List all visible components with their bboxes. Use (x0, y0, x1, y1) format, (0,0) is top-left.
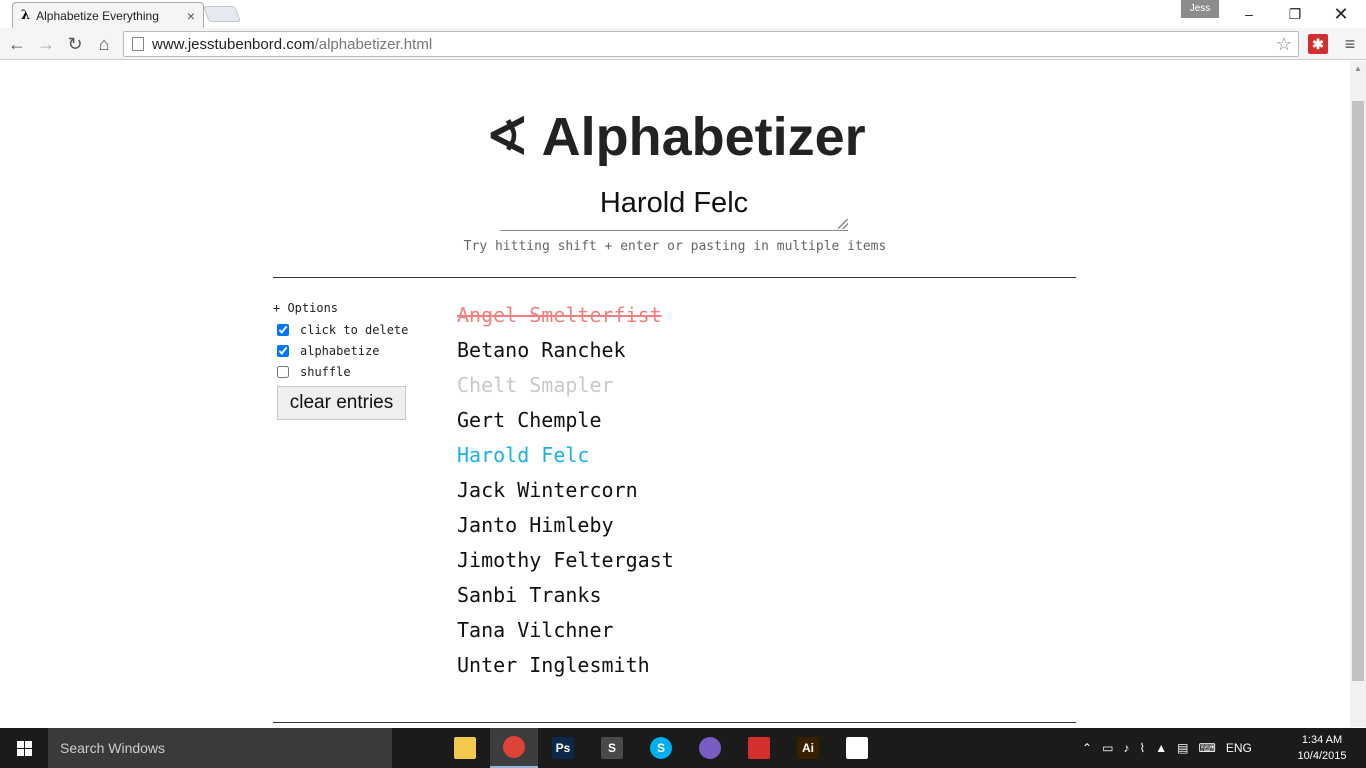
entry-item[interactable]: Jimothy Feltergast (457, 546, 674, 581)
photoshop-icon-glyph: Ps (552, 737, 574, 759)
sublime-icon-glyph: S (601, 737, 623, 759)
divider-top (273, 277, 1076, 278)
title-bar: λ Alphabetize Everything × Jess – ❐ ✕ (0, 0, 1366, 28)
option-shuffle[interactable]: shuffle (273, 361, 408, 382)
github-icon[interactable] (686, 728, 734, 768)
bookmark-star-icon[interactable]: ☆ (1276, 34, 1292, 55)
entry-input[interactable] (500, 181, 848, 231)
input-hint: Try hitting shift + enter or pasting in … (463, 239, 887, 254)
extension-icon[interactable]: ✱ (1308, 34, 1328, 54)
restore-icon[interactable]: ❐ (1272, 0, 1318, 28)
forward-arrow-icon[interactable]: → (34, 32, 58, 56)
option-label: alphabetize (300, 343, 380, 358)
notifications-icon[interactable]: ▤ (1177, 741, 1188, 755)
entry-item[interactable]: Janto Himleby (457, 511, 674, 546)
profile-badge[interactable]: Jess (1181, 0, 1219, 18)
tab-favicon: λ (21, 8, 31, 23)
page-icon (132, 37, 144, 51)
tab-title: Alphabetize Everything (36, 8, 159, 23)
divider-bottom (273, 722, 1076, 723)
url-host: www.jesstubenbord.com (152, 35, 315, 53)
scroll-thumb[interactable] (1352, 101, 1364, 681)
clock[interactable]: 1:34 AM 10/4/2015 (1292, 732, 1352, 764)
entry-item[interactable]: Gert Chemple (457, 406, 674, 441)
github-icon-glyph (699, 737, 721, 759)
minimize-icon[interactable]: – (1226, 0, 1272, 28)
illustrator-icon-glyph: Ai (797, 737, 819, 759)
entry-item[interactable]: Betano Ranchek (457, 336, 674, 371)
options-toggle[interactable]: + Options (273, 301, 408, 315)
tray-chevron-icon[interactable]: ⌃ (1082, 741, 1092, 755)
resize-grip-icon[interactable] (838, 219, 848, 229)
entry-item[interactable]: Chelt Smapler (457, 371, 674, 406)
browser-tab[interactable]: λ Alphabetize Everything × (12, 2, 204, 28)
chrome-icon-glyph (503, 736, 525, 758)
url-text[interactable]: www.jesstubenbord.com/alphabetizer.html (152, 36, 1276, 53)
vertical-scrollbar[interactable]: ▲ (1350, 61, 1366, 727)
drive-icon[interactable]: ▲ (1155, 741, 1167, 755)
keyboard-icon[interactable]: ⌨ (1199, 741, 1216, 755)
home-icon[interactable]: ⌂ (92, 32, 116, 56)
browser-toolbar: ← → ↻ ⌂ www.jesstubenbord.com/alphabetiz… (0, 28, 1366, 60)
entry-item[interactable]: Jack Wintercorn (457, 476, 674, 511)
angle-symbol-icon: ∢ (484, 105, 530, 168)
option-click-to-delete[interactable]: click to delete (273, 319, 408, 340)
photos-icon-glyph (846, 737, 868, 759)
entry-item[interactable]: Sanbi Tranks (457, 581, 674, 616)
option-alphabetize[interactable]: alphabetize (273, 340, 408, 361)
shuffle-checkbox[interactable] (277, 365, 289, 378)
entry-item[interactable]: Unter Inglesmith (457, 651, 674, 686)
scroll-up-arrow-icon[interactable]: ▲ (1350, 61, 1366, 77)
url-path: /alphabetizer.html (314, 35, 433, 53)
file-explorer-icon-glyph (454, 737, 476, 759)
illustrator-icon[interactable]: Ai (784, 728, 832, 768)
option-label: shuffle (300, 364, 351, 379)
skype-icon[interactable]: S (637, 728, 685, 768)
clear-entries-button[interactable]: clear entries (277, 386, 406, 420)
wifi-icon[interactable]: ⌇ (1139, 741, 1145, 755)
sublime-icon[interactable]: S (588, 728, 636, 768)
taskbar: Search Windows Ps S S Ai ⌃ ▭ ♪ ⌇ ▲ ▤ ⌨ ENG … (0, 728, 1366, 768)
back-arrow-icon[interactable]: ← (5, 32, 29, 56)
clock-time: 1:34 AM (1301, 734, 1343, 746)
system-tray: ⌃ ▭ ♪ ⌇ ▲ ▤ ⌨ ENG (1082, 728, 1262, 768)
task-view-icon[interactable] (392, 728, 440, 768)
entry-item[interactable]: Tana Vilchner (457, 616, 674, 651)
close-window-icon[interactable]: ✕ (1318, 0, 1364, 28)
alphabetize-checkbox[interactable] (277, 344, 289, 357)
photos-icon[interactable] (833, 728, 881, 768)
windows-logo-icon (16, 740, 32, 756)
start-button[interactable] (0, 728, 48, 768)
battery-icon[interactable]: ▭ (1102, 741, 1113, 755)
page-title: ∢ Alphabetizer (0, 105, 1350, 168)
menu-icon[interactable]: ≡ (1340, 34, 1360, 54)
click-to-delete-checkbox[interactable] (277, 323, 289, 336)
clock-date: 10/4/2015 (1297, 750, 1347, 762)
entry-list: Angel Smelterfist Betano Ranchek Chelt Sma… (457, 301, 674, 686)
photoshop-icon[interactable]: Ps (539, 728, 587, 768)
option-label: click to delete (300, 322, 409, 337)
entry-item[interactable]: Harold Felc (457, 441, 674, 476)
acrobat-icon-glyph (748, 737, 770, 759)
address-bar[interactable]: www.jesstubenbord.com/alphabetizer.html … (123, 31, 1299, 57)
volume-icon[interactable]: ♪ (1123, 741, 1129, 755)
page-title-text: Alphabetizer (541, 107, 866, 167)
options-panel: + Options click to delete alphabetize sh… (273, 301, 408, 420)
reload-icon[interactable]: ↻ (63, 32, 87, 56)
task-view-icon-glyph (405, 737, 427, 759)
entry-item[interactable]: Angel Smelterfist (457, 301, 674, 336)
chrome-icon[interactable] (490, 728, 538, 768)
language-indicator[interactable]: ENG (1226, 741, 1252, 755)
file-explorer-icon[interactable] (441, 728, 489, 768)
new-tab-button[interactable] (203, 6, 241, 22)
skype-icon-glyph: S (650, 737, 672, 759)
page-viewport: ∢Alphabetizer Try hitting shift + enter … (0, 61, 1350, 727)
acrobat-icon[interactable] (735, 728, 783, 768)
taskbar-search[interactable]: Search Windows (48, 728, 392, 768)
tab-close-icon[interactable]: × (187, 8, 195, 24)
